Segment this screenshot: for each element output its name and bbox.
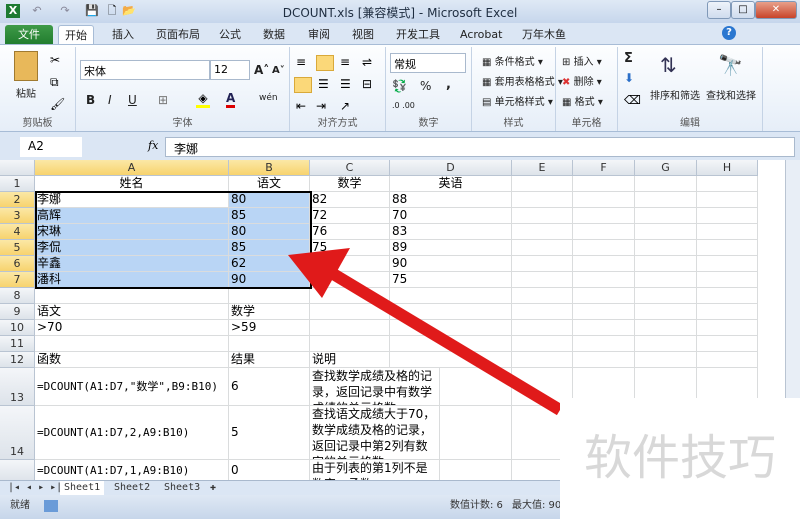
watermark: 软件技巧 <box>560 398 800 519</box>
cell[interactable]: 查找数学成绩及格的记录，返回记录中有数学成绩的单元格数 <box>310 368 440 406</box>
cell[interactable]: 由于列表的第1列不是数字，函数 <box>310 460 440 480</box>
cell[interactable]: 查找语文成绩大于70，数学成绩及格的记录，返回记录中第2列有数字的单元格数 <box>310 406 440 460</box>
